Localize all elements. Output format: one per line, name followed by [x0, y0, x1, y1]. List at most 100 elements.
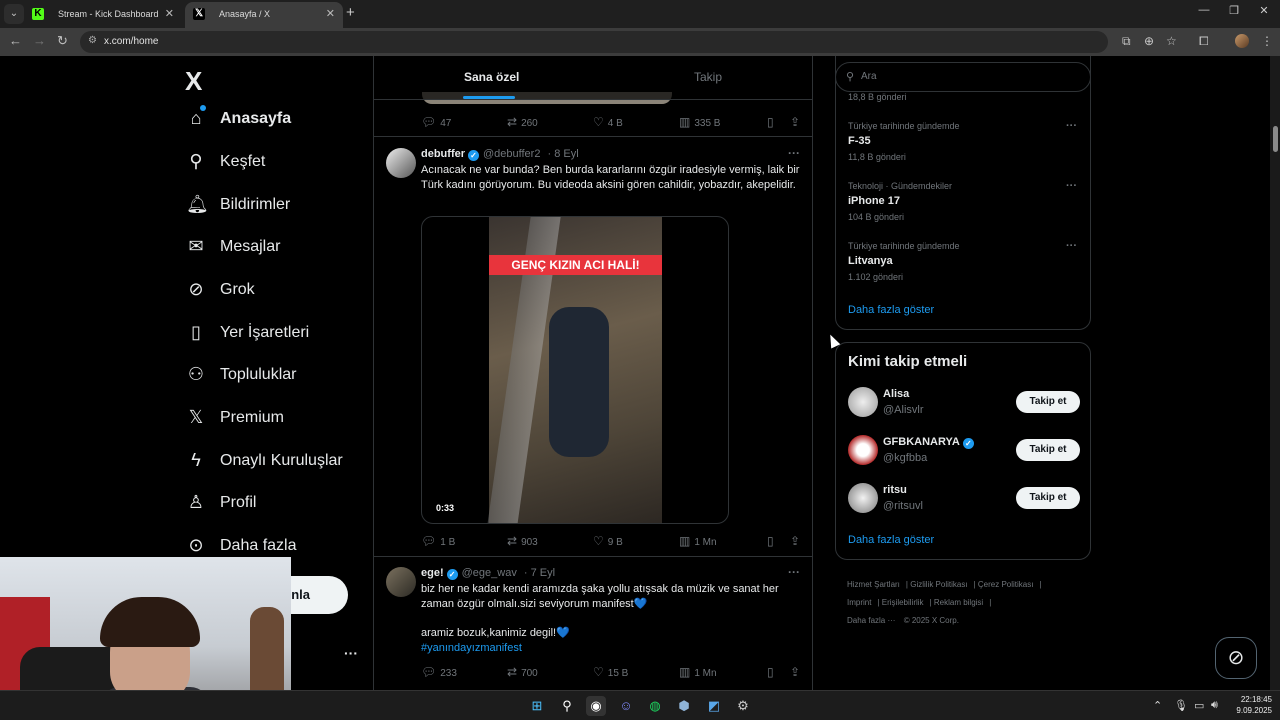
- more-circle-icon: ⊙: [188, 535, 204, 555]
- bookmark-icon: ▯: [191, 322, 201, 342]
- share-button[interactable]: ⇪: [790, 665, 804, 679]
- grok-fab-icon[interactable]: ⊘: [1215, 637, 1257, 679]
- site-info-icon[interactable]: ⚙: [88, 35, 97, 46]
- footer-link[interactable]: Reklam bilgisi: [934, 598, 983, 607]
- trend-menu-icon[interactable]: ···: [1066, 180, 1077, 192]
- chrome-icon[interactable]: ◉: [586, 696, 606, 716]
- tweet-author[interactable]: ege! ✓ @ege_wav · 7 Eyl: [421, 567, 555, 580]
- tray-chevron-icon[interactable]: ⌃: [1153, 699, 1162, 712]
- avatar[interactable]: [848, 435, 878, 465]
- close-tab-icon[interactable]: ✕: [165, 2, 174, 26]
- zoom-icon[interactable]: ⊕: [1144, 34, 1154, 48]
- footer-link[interactable]: Imprint: [847, 598, 871, 607]
- app-icon[interactable]: ⬢: [674, 696, 694, 716]
- views-button[interactable]: ▥ 1 Mn: [679, 534, 717, 548]
- forward-icon[interactable]: →: [33, 33, 46, 48]
- sidebar-item-label: Yer İşaretleri: [220, 324, 310, 341]
- reply-button[interactable]: 💬︎ 47: [421, 115, 451, 129]
- clock[interactable]: 22:18:45 9.09.2025: [1230, 694, 1272, 716]
- volume-icon[interactable]: 🔊︎: [1211, 699, 1218, 712]
- share-button[interactable]: ⇪: [790, 115, 804, 129]
- avatar[interactable]: [386, 567, 416, 597]
- repost-button[interactable]: ⇄ 903: [507, 534, 538, 548]
- footer-link[interactable]: Erişilebilirlik: [882, 598, 924, 607]
- like-button[interactable]: ♡ 9 B: [593, 534, 623, 548]
- reply-button[interactable]: 💬︎ 1 B: [421, 534, 455, 548]
- search-placeholder: Ara: [861, 71, 877, 82]
- back-icon[interactable]: ←: [9, 33, 22, 48]
- windows-start-icon[interactable]: ⊞: [527, 696, 547, 716]
- scroll-thumb[interactable]: [1273, 126, 1278, 152]
- follow-button[interactable]: Takip et: [1016, 439, 1080, 461]
- tweet-author[interactable]: debuffer ✓ @debuffer2 · 8 Eyl: [421, 148, 579, 161]
- spotify-icon[interactable]: ◍: [645, 696, 665, 716]
- reload-icon[interactable]: ↻: [57, 33, 68, 49]
- repost-button[interactable]: ⇄ 260: [507, 115, 538, 129]
- avatar[interactable]: [848, 387, 878, 417]
- close-tab-icon[interactable]: ✕: [326, 2, 335, 26]
- hashtag-link[interactable]: #yanındayızmanifest: [421, 641, 522, 656]
- search-input[interactable]: ⚲ Ara: [835, 62, 1091, 92]
- avatar[interactable]: [1235, 34, 1249, 48]
- discord-icon[interactable]: ☺: [616, 696, 636, 716]
- suggested-user-name[interactable]: Alisa: [883, 388, 909, 400]
- views-button[interactable]: ▥ 1 Mn: [679, 665, 717, 679]
- account-menu-icon[interactable]: ···: [344, 645, 358, 661]
- avatar[interactable]: [386, 148, 416, 178]
- app-icon[interactable]: ◩: [704, 696, 724, 716]
- mail-icon: ✉: [188, 236, 204, 256]
- tab-following[interactable]: Takip: [694, 70, 722, 84]
- show-more-trends-link[interactable]: Daha fazla göster: [848, 304, 934, 316]
- views-button[interactable]: ▥ 335 B: [679, 115, 720, 129]
- avatar[interactable]: [848, 483, 878, 513]
- sidebar-item-label: Grok: [220, 281, 255, 298]
- tab-for-you[interactable]: Sana özel: [464, 70, 519, 84]
- suggested-user-name[interactable]: GFBKANARYA ✓: [883, 436, 974, 449]
- extensions-icon[interactable]: ⧠: [1199, 34, 1209, 49]
- trend-name[interactable]: Litvanya: [848, 255, 893, 267]
- tweet-video[interactable]: GENÇ KIZIN ACI HALİ! 0:33: [421, 216, 729, 524]
- follow-button[interactable]: Takip et: [1016, 487, 1080, 509]
- show-more-suggestions-link[interactable]: Daha fazla göster: [848, 534, 934, 546]
- bookmark-star-icon[interactable]: ☆: [1166, 34, 1177, 48]
- footer-link[interactable]: Hizmet Şartları: [847, 580, 900, 589]
- omnibox[interactable]: ⚙ x.com/home: [80, 31, 1108, 53]
- trend-name[interactable]: iPhone 17: [848, 195, 900, 207]
- footer-more-link[interactable]: Daha fazla ···: [847, 616, 895, 625]
- views-icon: ▥: [679, 534, 691, 548]
- bookmark-button[interactable]: ▯: [767, 665, 778, 679]
- share-button[interactable]: ⇪: [790, 534, 804, 548]
- repost-button[interactable]: ⇄ 700: [507, 665, 538, 679]
- browser-menu-icon[interactable]: ⋮: [1261, 34, 1273, 48]
- tweet-menu-icon[interactable]: ···: [788, 146, 800, 160]
- tab-search-button[interactable]: ⌄: [4, 4, 24, 24]
- sidebar-item-label: Daha fazla: [220, 537, 297, 554]
- footer-link[interactable]: Çerez Politikası: [978, 580, 1034, 589]
- window-close-icon[interactable]: ✕: [1254, 4, 1274, 17]
- new-tab-button[interactable]: +: [346, 4, 355, 21]
- suggested-user-name[interactable]: ritsu: [883, 484, 907, 496]
- microphone-icon[interactable]: 🎙︎: [1174, 699, 1188, 712]
- tweet-menu-icon[interactable]: ···: [788, 565, 800, 579]
- footer-link[interactable]: Gizlilik Politikası: [910, 580, 967, 589]
- install-app-icon[interactable]: ⧉: [1122, 34, 1131, 49]
- x-logo-icon[interactable]: X: [185, 66, 202, 97]
- trend-name[interactable]: F-35: [848, 135, 871, 147]
- like-button[interactable]: ♡ 4 B: [593, 115, 623, 129]
- trend-menu-icon[interactable]: ···: [1066, 120, 1077, 132]
- restore-icon[interactable]: ❐: [1224, 4, 1244, 17]
- reply-button[interactable]: 💬︎ 233: [421, 665, 457, 679]
- follow-button[interactable]: Takip et: [1016, 391, 1080, 413]
- bookmark-button[interactable]: ▯: [767, 534, 778, 548]
- trend-menu-icon[interactable]: ···: [1066, 240, 1077, 252]
- like-button[interactable]: ♡ 15 B: [593, 665, 628, 679]
- search-icon[interactable]: ⚲: [557, 696, 577, 716]
- app-icon[interactable]: ⚙: [733, 696, 753, 716]
- bookmark-button[interactable]: ▯: [767, 115, 778, 129]
- tab-x-home[interactable]: 𝕏 Anasayfa / X ✕: [185, 2, 343, 28]
- tab-kick-dashboard[interactable]: K Stream - Kick Dashboard ✕: [24, 2, 182, 28]
- network-icon[interactable]: ▭: [1194, 699, 1204, 712]
- scrollbar[interactable]: [1270, 56, 1280, 690]
- taskbar: ⊞ ⚲ ◉ ☺ ◍ ⬢ ◩ ⚙ ⌃ 🎙︎ ▭ 🔊︎ 22:18:45 9.09.…: [0, 690, 1280, 720]
- minimize-icon[interactable]: —: [1194, 4, 1214, 16]
